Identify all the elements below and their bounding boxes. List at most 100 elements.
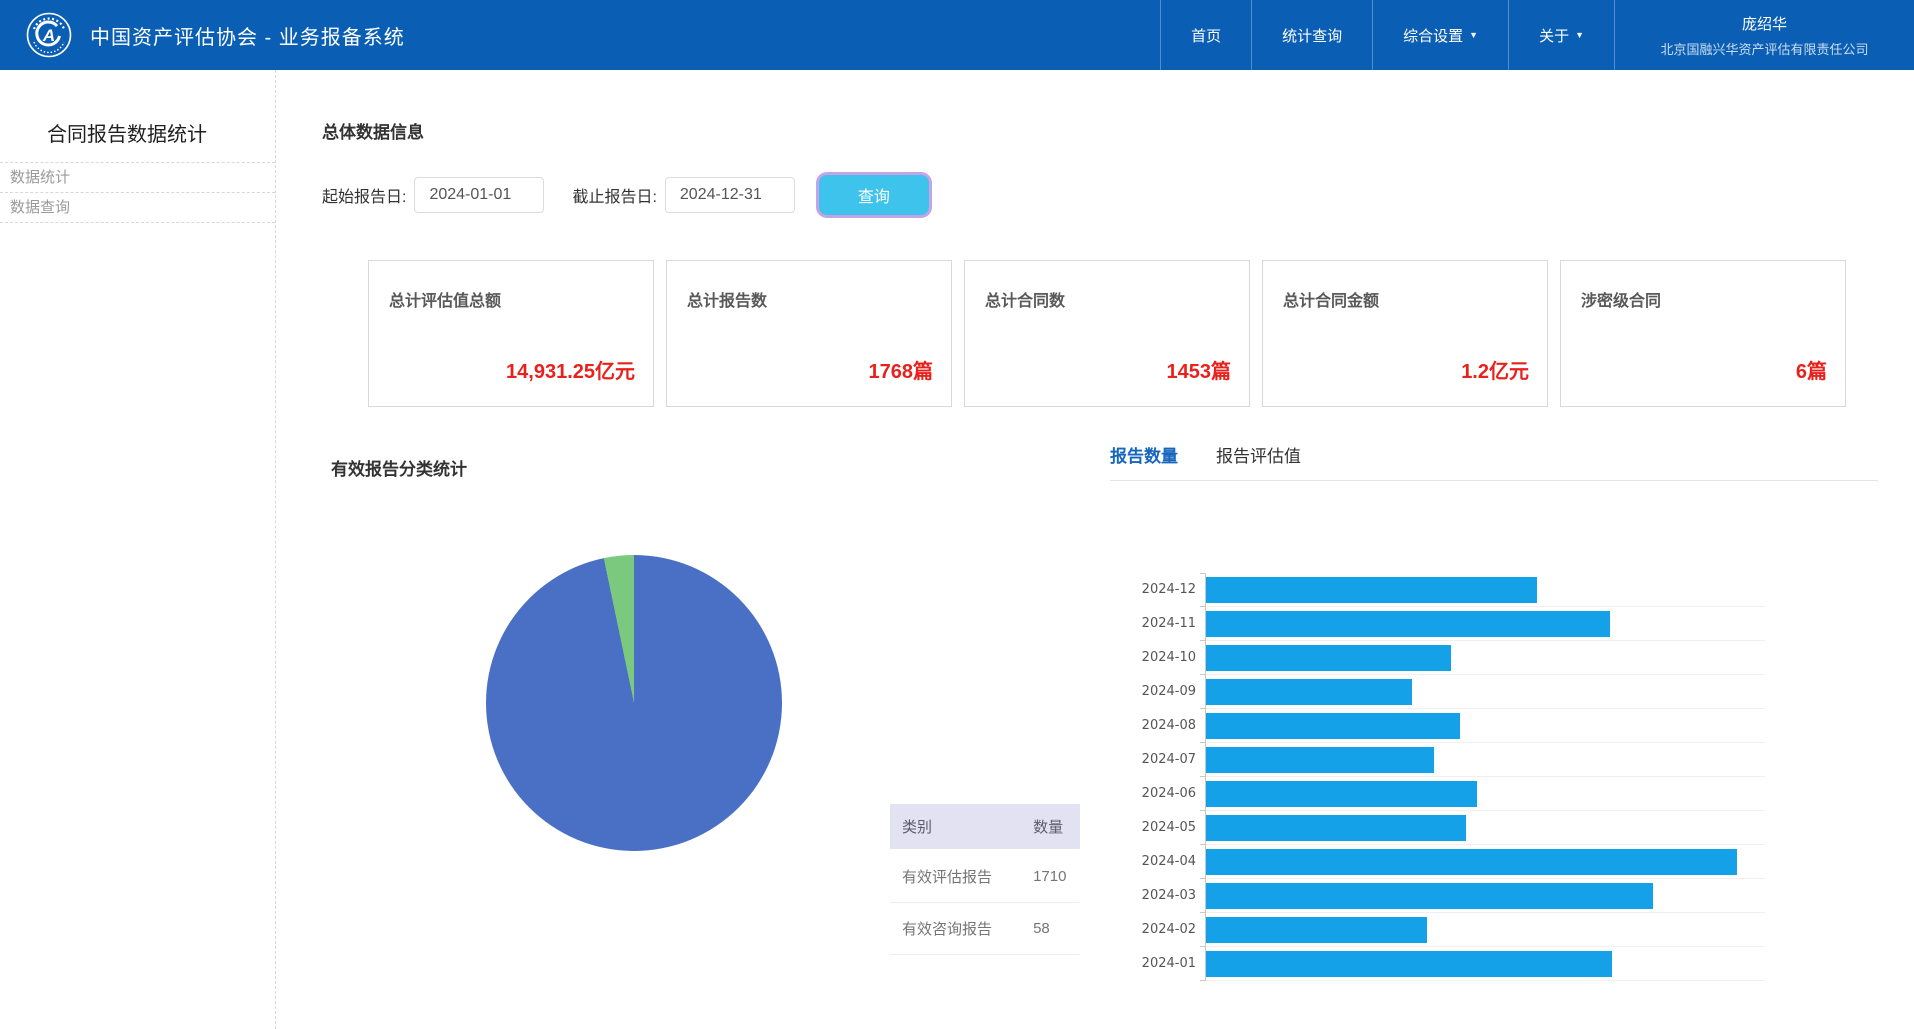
- nav-item-2[interactable]: 综合设置 ▼: [1372, 0, 1508, 70]
- bar[interactable]: [1206, 815, 1466, 841]
- table-row: 有效评估报告1710: [890, 850, 1080, 903]
- bar[interactable]: [1206, 849, 1737, 875]
- association-logo-icon: A: [26, 12, 72, 58]
- bar[interactable]: [1206, 713, 1460, 739]
- bar[interactable]: [1206, 577, 1537, 603]
- brand: A 中国资产评估协会 - 业务报备系统: [0, 0, 405, 70]
- bar[interactable]: [1206, 611, 1610, 637]
- table-cell: 58: [1027, 903, 1080, 955]
- stat-card-title: 总计评估值总额: [389, 287, 501, 311]
- bar-row: [1206, 675, 1765, 709]
- y-axis-label: 2024-09: [1110, 675, 1205, 709]
- sidebar-nav: 数据统计数据查询: [0, 162, 275, 223]
- category-table-header-row: 类别 数量: [890, 804, 1080, 850]
- stat-card-title: 总计合同数: [985, 287, 1065, 311]
- bar[interactable]: [1206, 679, 1412, 705]
- stat-card-value: 1453篇: [1167, 355, 1232, 384]
- bar-row: [1206, 777, 1765, 811]
- table-cell: 有效评估报告: [890, 850, 1027, 903]
- date-filter-row: 起始报告日: 截止报告日: 查询: [322, 175, 929, 215]
- sidebar: 合同报告数据统计 数据统计数据查询: [0, 70, 276, 1029]
- y-axis-label: 2024-04: [1110, 845, 1205, 879]
- nav-item-label: 综合设置: [1403, 25, 1463, 46]
- pie-chart[interactable]: [486, 555, 782, 851]
- pie-section-title: 有效报告分类统计: [331, 455, 467, 480]
- bar-y-labels: 2024-122024-112024-102024-092024-082024-…: [1110, 573, 1205, 981]
- sidebar-title: 合同报告数据统计: [47, 118, 275, 162]
- y-axis-label: 2024-05: [1110, 811, 1205, 845]
- bar-row: [1206, 641, 1765, 675]
- table-cell: 1710: [1027, 850, 1080, 903]
- bar-row: [1206, 879, 1765, 913]
- bar[interactable]: [1206, 883, 1653, 909]
- bar-chart: 2024-122024-112024-102024-092024-082024-…: [1110, 573, 1878, 981]
- nav-item-label: 首页: [1191, 25, 1221, 46]
- y-axis-label: 2024-02: [1110, 913, 1205, 947]
- nav-item-label: 关于: [1539, 25, 1569, 46]
- user-block[interactable]: 庞绍华 北京国融兴华资产评估有限责任公司: [1614, 0, 1914, 70]
- top-navbar: A 中国资产评估协会 - 业务报备系统 首页 统计查询 综合设置 ▼ 关于 ▼ 庞绍华 北…: [0, 0, 1914, 70]
- stat-cards-row: 总计评估值总额14,931.25亿元总计报告数1768篇总计合同数1453篇总计…: [368, 260, 1846, 407]
- bar-row: [1206, 913, 1765, 947]
- overview-section-title: 总体数据信息: [322, 118, 424, 143]
- bar-plot: [1205, 573, 1765, 981]
- bar[interactable]: [1206, 917, 1427, 943]
- tab-1[interactable]: 报告评估值: [1216, 442, 1301, 467]
- app-title: 中国资产评估协会 - 业务报备系统: [90, 21, 405, 50]
- bar-chart-panel: 报告数量报告评估值 2024-122024-112024-102024-0920…: [1110, 442, 1878, 981]
- stat-card-value: 1768篇: [869, 355, 934, 384]
- start-date-input[interactable]: [414, 177, 544, 213]
- bar-row: [1206, 947, 1765, 981]
- bar-row: [1206, 845, 1765, 879]
- bar-row: [1206, 811, 1765, 845]
- user-name: 庞绍华: [1742, 13, 1787, 34]
- bar-row: [1206, 709, 1765, 743]
- sidebar-item-0[interactable]: 数据统计: [0, 163, 275, 193]
- bar-row: [1206, 573, 1765, 607]
- y-axis-label: 2024-11: [1110, 607, 1205, 641]
- stat-card-value: 14,931.25亿元: [506, 355, 635, 384]
- y-axis-label: 2024-06: [1110, 777, 1205, 811]
- stat-card-value: 1.2亿元: [1461, 355, 1529, 384]
- y-axis-label: 2024-08: [1110, 709, 1205, 743]
- nav-item-3[interactable]: 关于 ▼: [1508, 0, 1614, 70]
- end-date-input[interactable]: [665, 177, 795, 213]
- nav-menu: 首页 统计查询 综合设置 ▼ 关于 ▼: [1160, 0, 1614, 70]
- count-column-header: 数量: [1027, 804, 1080, 850]
- stat-card-2: 总计合同数 1453篇: [964, 260, 1250, 407]
- category-table: 类别 数量 有效评估报告1710有效咨询报告58: [890, 804, 1080, 955]
- y-axis-label: 2024-01: [1110, 947, 1205, 981]
- bar[interactable]: [1206, 951, 1612, 977]
- user-company: 北京国融兴华资产评估有限责任公司: [1660, 39, 1868, 58]
- stat-card-title: 总计合同金额: [1283, 287, 1379, 311]
- table-row: 有效咨询报告58: [890, 903, 1080, 955]
- bar-row: [1206, 743, 1765, 777]
- query-button[interactable]: 查询: [819, 175, 929, 215]
- stat-card-title: 总计报告数: [687, 287, 767, 311]
- start-date-label: 起始报告日:: [322, 183, 406, 207]
- category-table-body: 有效评估报告1710有效咨询报告58: [890, 850, 1080, 955]
- stat-card-0: 总计评估值总额 14,931.25亿元: [368, 260, 654, 407]
- chart-tabs: 报告数量 报告评估值: [1110, 442, 1878, 481]
- sidebar-item-1[interactable]: 数据查询: [0, 193, 275, 223]
- category-column-header: 类别: [890, 804, 1027, 850]
- nav-item-label: 统计查询: [1282, 25, 1342, 46]
- bar[interactable]: [1206, 645, 1451, 671]
- nav-item-0[interactable]: 首页: [1160, 0, 1251, 70]
- end-date-label: 截止报告日:: [572, 183, 656, 207]
- tab-0[interactable]: 报告数量: [1110, 442, 1178, 467]
- y-axis-label: 2024-12: [1110, 573, 1205, 607]
- svg-text:A: A: [42, 26, 55, 45]
- nav-item-1[interactable]: 统计查询: [1251, 0, 1372, 70]
- bar-row: [1206, 607, 1765, 641]
- bar[interactable]: [1206, 747, 1434, 773]
- stat-card-value: 6篇: [1796, 355, 1827, 384]
- chevron-down-icon: ▼: [1575, 31, 1584, 40]
- chevron-down-icon: ▼: [1469, 31, 1478, 40]
- main-content: 总体数据信息 起始报告日: 截止报告日: 查询 总计评估值总额 14,931.25…: [276, 70, 1914, 1029]
- bar[interactable]: [1206, 781, 1477, 807]
- stat-card-4: 涉密级合同6篇: [1560, 260, 1846, 407]
- y-axis-label: 2024-07: [1110, 743, 1205, 777]
- y-axis-label: 2024-03: [1110, 879, 1205, 913]
- y-axis-label: 2024-10: [1110, 641, 1205, 675]
